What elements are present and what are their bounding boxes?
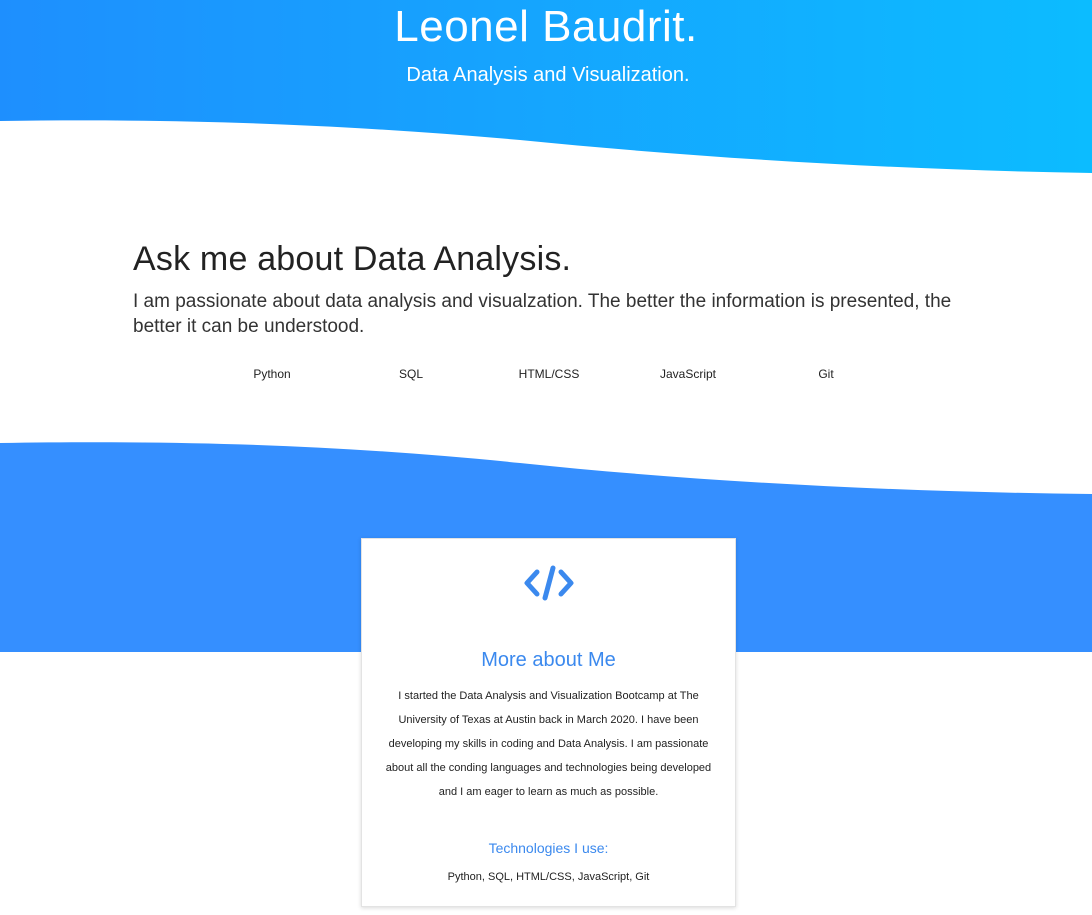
card-text: I started the Data Analysis and Visualiz… — [385, 690, 712, 798]
intro-heading: Ask me about Data Analysis. — [133, 240, 572, 278]
site-title: Leonel Baudrit. — [394, 2, 698, 51]
site-subtitle: Data Analysis and Visualization. — [406, 64, 690, 86]
card-title: More about Me — [481, 649, 616, 671]
intro-section: Ask me about Data Analysis. I am passion… — [133, 240, 973, 339]
skill-git: Git — [818, 367, 834, 381]
hero-header: Leonel Baudrit. Data Analysis and Visual… — [0, 0, 1092, 180]
skill-sql: SQL — [398, 367, 423, 381]
skills-row: Python SQL HTML/CSS JavaScript Git — [202, 367, 902, 387]
skill-python: Python — [253, 367, 291, 381]
skill-html-css: HTML/CSS — [518, 367, 580, 381]
about-card: More about Me I started the Data Analysi… — [361, 538, 736, 907]
page: Leonel Baudrit. Data Analysis and Visual… — [0, 0, 1092, 915]
code-icon — [524, 565, 574, 601]
technologies-list: Python, SQL, HTML/CSS, JavaScript, Git — [447, 871, 650, 883]
technologies-heading: Technologies I use: — [488, 840, 609, 856]
skill-javascript: JavaScript — [659, 367, 717, 381]
intro-text: I am passionate about data analysis and … — [133, 291, 952, 337]
